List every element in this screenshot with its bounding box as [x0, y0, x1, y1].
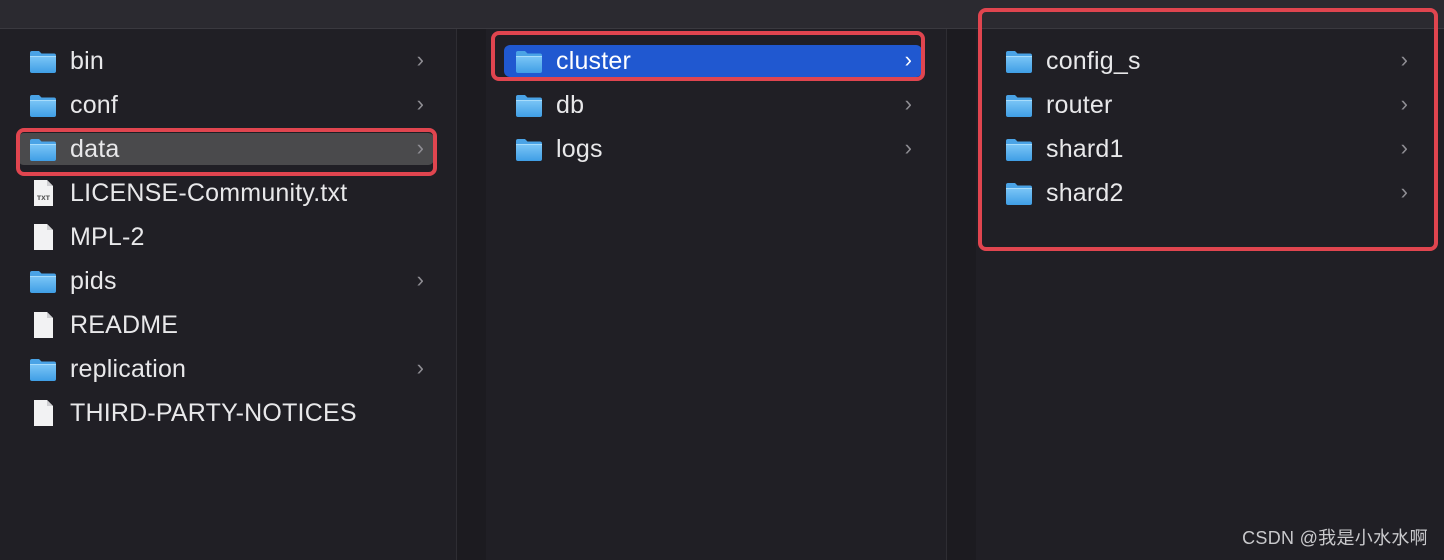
item-name: logs — [556, 134, 603, 163]
file-type-badge: TXT — [37, 195, 50, 202]
folder-row[interactable]: cluster › — [504, 45, 922, 77]
folder-icon — [514, 90, 544, 120]
chevron-right-icon: › — [1400, 47, 1408, 72]
folder-icon — [1004, 178, 1034, 208]
window-toolbar — [0, 0, 1444, 29]
item-name: MPL-2 — [70, 222, 145, 251]
item-name: shard1 — [1046, 134, 1124, 163]
folder-row[interactable]: logs › — [504, 133, 922, 165]
folder-row[interactable]: conf › — [18, 89, 434, 121]
folder-icon — [28, 46, 58, 76]
item-name: THIRD-PARTY-NOTICES — [70, 398, 357, 427]
item-name: bin — [70, 46, 104, 75]
item-name: conf — [70, 90, 119, 119]
folder-icon — [514, 46, 544, 76]
item-name: cluster — [556, 46, 632, 75]
watermark: CSDN @我是小水水啊 — [1242, 528, 1428, 548]
folder-row[interactable]: pids › — [18, 265, 434, 297]
column-resize-handle[interactable] — [946, 29, 977, 560]
folder-icon — [28, 90, 58, 120]
document-icon — [28, 398, 58, 428]
folder-icon — [28, 134, 58, 164]
file-row[interactable]: MPL-2 — [18, 221, 434, 253]
document-icon — [28, 222, 58, 252]
text-file-icon: TXT — [28, 178, 58, 208]
folder-icon — [1004, 46, 1034, 76]
chevron-right-icon: › — [416, 135, 424, 160]
folder-row[interactable]: shard1 › — [994, 133, 1418, 165]
chevron-right-icon: › — [904, 91, 912, 116]
file-row[interactable]: TXT LICENSE-Community.txt — [18, 177, 434, 209]
file-row[interactable]: README — [18, 309, 434, 341]
folder-row[interactable]: shard2 › — [994, 177, 1418, 209]
item-name: db — [556, 90, 585, 119]
folder-row[interactable]: db › — [504, 89, 922, 121]
chevron-right-icon: › — [416, 355, 424, 380]
folder-icon — [1004, 134, 1034, 164]
folder-icon — [28, 354, 58, 384]
item-name: LICENSE-Community.txt — [70, 178, 348, 207]
folder-row[interactable]: router › — [994, 89, 1418, 121]
item-name: data — [70, 134, 120, 163]
folder-row[interactable]: config_s › — [994, 45, 1418, 77]
chevron-right-icon: › — [1400, 91, 1408, 116]
item-name: config_s — [1046, 46, 1141, 75]
folder-icon — [1004, 90, 1034, 120]
column-resize-handle[interactable] — [456, 29, 487, 560]
item-name: replication — [70, 354, 187, 383]
folder-row[interactable]: data › — [18, 133, 434, 165]
document-icon — [28, 310, 58, 340]
chevron-right-icon: › — [416, 267, 424, 292]
chevron-right-icon: › — [1400, 135, 1408, 160]
item-name: pids — [70, 266, 117, 295]
chevron-right-icon: › — [904, 47, 912, 72]
folder-icon — [514, 134, 544, 164]
folder-row[interactable]: replication › — [18, 353, 434, 385]
item-name: router — [1046, 90, 1113, 119]
chevron-right-icon: › — [904, 135, 912, 160]
item-name: shard2 — [1046, 178, 1124, 207]
chevron-right-icon: › — [416, 47, 424, 72]
chevron-right-icon: › — [416, 91, 424, 116]
file-row[interactable]: THIRD-PARTY-NOTICES — [18, 397, 434, 429]
folder-icon — [28, 266, 58, 296]
chevron-right-icon: › — [1400, 179, 1408, 204]
folder-row[interactable]: bin › — [18, 45, 434, 77]
item-name: README — [70, 310, 179, 339]
